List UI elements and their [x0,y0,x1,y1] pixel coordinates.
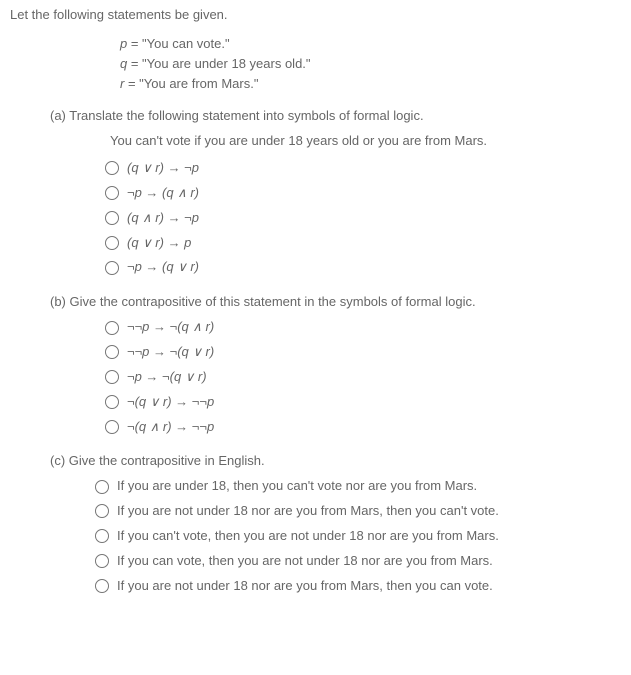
option-c-2-label: If you are not under 18 nor are you from… [117,502,499,521]
part-a-options: (q ∨ r) → ¬p ¬p → (q ∧ r) (q ∧ r) → ¬p (… [105,159,621,277]
radio-b-1[interactable] [105,321,119,335]
option-c-5[interactable]: If you are not under 18 nor are you from… [95,577,621,596]
option-c-4[interactable]: If you can vote, then you are not under … [95,552,621,571]
option-a-5[interactable]: ¬p → (q ∨ r) [105,258,621,277]
option-a-2-label: ¬p → (q ∧ r) [127,184,199,203]
radio-a-4[interactable] [105,236,119,250]
part-b: (b) Give the contrapositive of this stat… [50,293,621,436]
option-c-5-label: If you are not under 18 nor are you from… [117,577,493,596]
option-c-3-label: If you can't vote, then you are not unde… [117,527,499,546]
radio-b-2[interactable] [105,345,119,359]
part-a-question: (a) Translate the following statement in… [50,107,621,126]
radio-a-3[interactable] [105,211,119,225]
option-b-2[interactable]: ¬¬p → ¬(q ∨ r) [105,343,621,362]
radio-b-4[interactable] [105,395,119,409]
option-c-4-label: If you can vote, then you are not under … [117,552,493,571]
option-a-4[interactable]: (q ∨ r) → p [105,234,621,253]
part-c-question: (c) Give the contrapositive in English. [50,452,621,471]
radio-c-2[interactable] [95,504,109,518]
page: Let the following statements be given. p… [0,0,631,631]
part-b-question: (b) Give the contrapositive of this stat… [50,293,621,312]
radio-a-2[interactable] [105,186,119,200]
radio-a-1[interactable] [105,161,119,175]
intro-text: Let the following statements be given. [10,6,621,25]
def-q: q = "You are under 18 years old." [120,55,621,74]
def-p-text: = "You can vote." [127,36,229,51]
option-b-4-label: ¬(q ∨ r) → ¬¬p [127,393,214,412]
part-c-options: If you are under 18, then you can't vote… [95,477,621,595]
option-a-3[interactable]: (q ∧ r) → ¬p [105,209,621,228]
def-q-text: = "You are under 18 years old." [127,56,310,71]
option-c-1-label: If you are under 18, then you can't vote… [117,477,477,496]
radio-c-1[interactable] [95,480,109,494]
option-b-3-label: ¬p → ¬(q ∨ r) [127,368,207,387]
option-b-2-label: ¬¬p → ¬(q ∨ r) [127,343,214,362]
option-a-1[interactable]: (q ∨ r) → ¬p [105,159,621,178]
part-a: (a) Translate the following statement in… [50,107,621,277]
option-a-5-label: ¬p → (q ∨ r) [127,258,199,277]
option-c-2[interactable]: If you are not under 18 nor are you from… [95,502,621,521]
option-b-3[interactable]: ¬p → ¬(q ∨ r) [105,368,621,387]
radio-c-5[interactable] [95,579,109,593]
option-a-4-label: (q ∨ r) → p [127,234,191,253]
option-c-3[interactable]: If you can't vote, then you are not unde… [95,527,621,546]
radio-b-5[interactable] [105,420,119,434]
option-b-5[interactable]: ¬(q ∧ r) → ¬¬p [105,418,621,437]
definitions: p = "You can vote." q = "You are under 1… [120,35,621,94]
option-c-1[interactable]: If you are under 18, then you can't vote… [95,477,621,496]
part-a-statement: You can't vote if you are under 18 years… [110,132,621,151]
option-b-1[interactable]: ¬¬p → ¬(q ∧ r) [105,318,621,337]
option-b-5-label: ¬(q ∧ r) → ¬¬p [127,418,214,437]
part-c: (c) Give the contrapositive in English. … [50,452,621,595]
option-b-4[interactable]: ¬(q ∨ r) → ¬¬p [105,393,621,412]
part-b-options: ¬¬p → ¬(q ∧ r) ¬¬p → ¬(q ∨ r) ¬p → ¬(q ∨… [105,318,621,436]
radio-c-4[interactable] [95,554,109,568]
def-r: r = "You are from Mars." [120,75,621,94]
option-a-2[interactable]: ¬p → (q ∧ r) [105,184,621,203]
option-a-1-label: (q ∨ r) → ¬p [127,159,199,178]
option-a-3-label: (q ∧ r) → ¬p [127,209,199,228]
radio-c-3[interactable] [95,529,109,543]
option-b-1-label: ¬¬p → ¬(q ∧ r) [127,318,214,337]
radio-b-3[interactable] [105,370,119,384]
def-p: p = "You can vote." [120,35,621,54]
radio-a-5[interactable] [105,261,119,275]
def-r-text: = "You are from Mars." [124,76,258,91]
